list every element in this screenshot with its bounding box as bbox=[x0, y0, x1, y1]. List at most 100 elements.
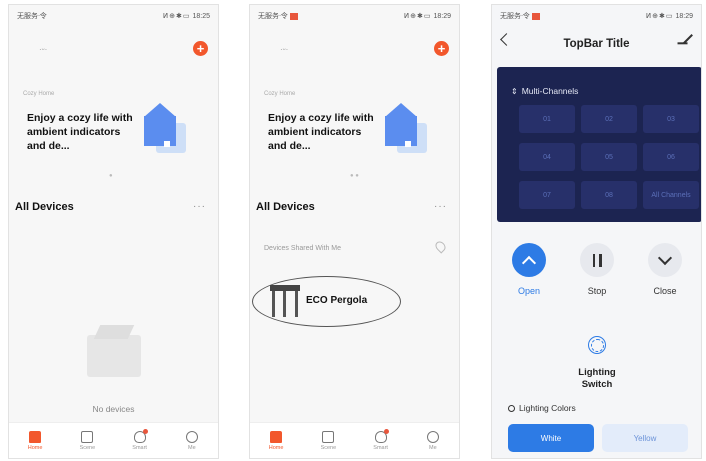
tab-me[interactable]: Me bbox=[172, 430, 212, 451]
bottom-tab-bar: Home Scene Smart Me bbox=[9, 422, 218, 458]
tab-label: Smart bbox=[132, 444, 147, 451]
chevron-up-icon bbox=[521, 255, 537, 270]
tab-label: Home bbox=[27, 444, 43, 451]
banner-pager-dots: ● ● bbox=[350, 173, 359, 179]
clock: 18:25 bbox=[192, 13, 210, 20]
tab-scene[interactable]: Scene bbox=[308, 430, 348, 451]
status-icons: ⵍ⊕✱▭ bbox=[645, 13, 674, 20]
status-bar: 无服务ᐧ令 ⵍ⊕✱▭ 18:29 bbox=[250, 5, 459, 27]
tab-me[interactable]: Me bbox=[413, 430, 453, 451]
close-label: Close bbox=[653, 286, 677, 296]
open-label: Open bbox=[517, 286, 541, 296]
sun-icon bbox=[508, 405, 515, 413]
tab-label: Me bbox=[429, 444, 437, 451]
status-bar: 无服务ᐧ令 ⵍ⊕✱▭ 18:29 bbox=[492, 5, 701, 27]
lighting-colors-header: Lighting Colors bbox=[508, 403, 576, 413]
chevron-down-icon bbox=[657, 250, 673, 265]
all-devices-title: All Devices bbox=[256, 201, 315, 213]
bottom-tab-bar: Home Scene Smart Me bbox=[250, 422, 459, 458]
multi-channels-panel: ⇕ Multi-Channels 01 02 03 04 05 06 07 08 … bbox=[497, 67, 701, 222]
tab-label: Smart bbox=[373, 444, 388, 451]
shared-devices-label: Devices Shared With Me bbox=[264, 245, 342, 252]
banner-pager-dots: ● bbox=[109, 173, 113, 179]
clock: 18:29 bbox=[433, 13, 451, 20]
all-channels-button[interactable]: All Channels bbox=[643, 181, 699, 209]
channel-button[interactable]: 02 bbox=[581, 105, 637, 133]
empty-box-icon bbox=[87, 335, 141, 377]
channel-button[interactable]: 03 bbox=[643, 105, 699, 133]
home-selector[interactable]: ·ᵕ· bbox=[39, 45, 47, 54]
open-button[interactable] bbox=[512, 243, 546, 277]
page-title: TopBar Title bbox=[563, 38, 630, 50]
channel-button[interactable]: 08 bbox=[581, 181, 637, 209]
tab-home[interactable]: Home bbox=[256, 430, 296, 451]
status-bar: 无服务ᐧ令 ⵍ⊕✱▭ 18:25 bbox=[9, 5, 218, 27]
carrier-label: 无服务ᐧ令 bbox=[500, 13, 530, 20]
carrier-label: 无服务ᐧ令 bbox=[258, 13, 288, 20]
pause-icon bbox=[592, 253, 602, 267]
stop-control[interactable]: Stop bbox=[572, 243, 622, 296]
scene-icon bbox=[322, 430, 335, 443]
banner-subtitle: Cozy Home bbox=[23, 91, 55, 97]
channel-button[interactable]: 06 bbox=[643, 143, 699, 171]
tab-smart[interactable]: Smart bbox=[120, 428, 160, 451]
stop-label: Stop bbox=[587, 286, 607, 296]
tab-label: Scene bbox=[320, 444, 337, 451]
scene-icon bbox=[81, 430, 94, 443]
top-bar: TopBar Title bbox=[492, 27, 701, 59]
location-pin-icon bbox=[433, 239, 448, 254]
me-icon bbox=[426, 430, 439, 443]
channel-button[interactable]: 07 bbox=[519, 181, 575, 209]
phone-screen-home-shared: 无服务ᐧ令 ⵍ⊕✱▭ 18:29 ·ᵕ· + Cozy Home Enjoy a… bbox=[249, 4, 460, 459]
home-icon bbox=[29, 430, 42, 443]
channel-button[interactable]: 04 bbox=[519, 143, 575, 171]
carrier-label: 无服务ᐧ令 bbox=[17, 13, 47, 20]
smart-icon bbox=[374, 428, 389, 443]
channel-grid: 01 02 03 04 05 06 07 08 All Channels bbox=[519, 105, 699, 209]
channel-button[interactable]: 01 bbox=[519, 105, 575, 133]
home-selector[interactable]: ·ᵕ· bbox=[280, 45, 288, 54]
channels-header: ⇕ Multi-Channels bbox=[511, 86, 578, 96]
phone-screen-home-empty: 无服务ᐧ令 ⵍ⊕✱▭ 18:25 ·ᵕ· + Cozy Home Enjoy a… bbox=[8, 4, 219, 459]
add-device-button[interactable]: + bbox=[434, 41, 449, 56]
lighting-colors-title: Lighting Colors bbox=[519, 403, 576, 413]
add-device-button[interactable]: + bbox=[193, 41, 208, 56]
banner-title[interactable]: Enjoy a cozy life with ambient indicator… bbox=[268, 111, 378, 153]
me-icon bbox=[185, 430, 198, 443]
more-options-icon[interactable]: ··· bbox=[193, 201, 206, 212]
tab-label: Home bbox=[268, 444, 284, 451]
tab-smart[interactable]: Smart bbox=[361, 428, 401, 451]
white-color-button[interactable]: White bbox=[508, 424, 594, 452]
device-name[interactable]: ECO Pergola bbox=[306, 295, 367, 306]
close-button[interactable] bbox=[648, 243, 682, 277]
banner-title[interactable]: Enjoy a cozy life with ambient indicator… bbox=[27, 111, 137, 153]
status-icons: ⵍ⊕✱▭ bbox=[403, 13, 432, 20]
channel-button[interactable]: 05 bbox=[581, 143, 637, 171]
banner-subtitle: Cozy Home bbox=[264, 91, 296, 97]
no-devices-text: No devices bbox=[92, 404, 135, 414]
close-control[interactable]: Close bbox=[640, 243, 690, 296]
recording-icon bbox=[289, 12, 298, 20]
yellow-color-button[interactable]: Yellow bbox=[602, 424, 688, 452]
tab-home[interactable]: Home bbox=[15, 430, 55, 451]
stop-button[interactable] bbox=[580, 243, 614, 277]
recording-icon bbox=[531, 12, 540, 20]
channels-title: Multi-Channels bbox=[521, 86, 579, 96]
tab-label: Me bbox=[188, 444, 196, 451]
all-devices-title: All Devices bbox=[15, 201, 74, 213]
more-options-icon[interactable]: ··· bbox=[434, 201, 447, 212]
house-icon bbox=[142, 103, 188, 155]
phone-screen-device-control: 无服务ᐧ令 ⵍ⊕✱▭ 18:29 TopBar Title ⇕ Multi-Cha… bbox=[491, 4, 702, 459]
open-control[interactable]: Open bbox=[504, 243, 554, 296]
lightbulb-icon[interactable] bbox=[588, 336, 606, 354]
swap-arrows-icon: ⇕ bbox=[511, 87, 518, 96]
lighting-switch-label[interactable]: Lighting Switch bbox=[562, 367, 632, 387]
clock: 18:29 bbox=[675, 13, 693, 20]
home-icon bbox=[270, 430, 283, 443]
smart-icon bbox=[133, 428, 148, 443]
tab-scene[interactable]: Scene bbox=[67, 430, 107, 451]
tab-label: Scene bbox=[79, 444, 96, 451]
house-icon bbox=[383, 103, 429, 155]
status-icons: ⵍ⊕✱▭ bbox=[162, 13, 191, 20]
pergola-icon bbox=[270, 285, 300, 317]
